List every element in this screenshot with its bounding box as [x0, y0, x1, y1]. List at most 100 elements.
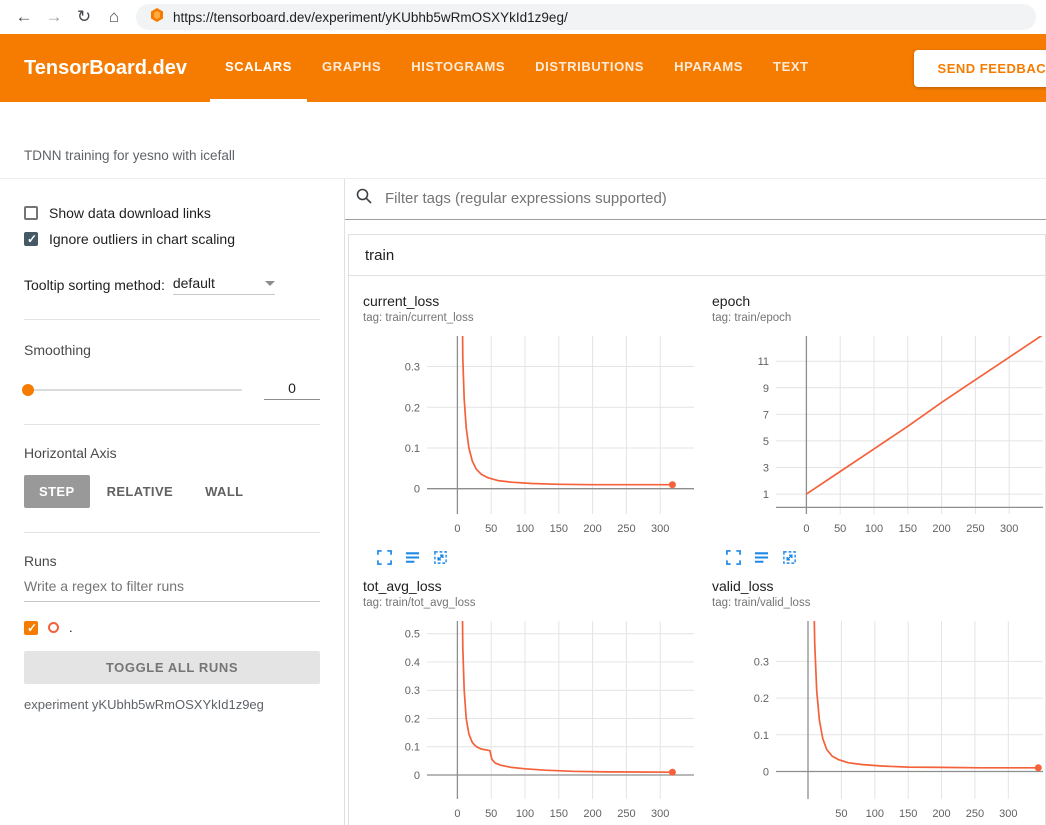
- svg-text:300: 300: [651, 808, 669, 820]
- svg-text:200: 200: [583, 808, 601, 820]
- experiment-description: TDNN training for yesno with icefall: [0, 102, 1046, 179]
- smoothing-label: Smoothing: [24, 342, 320, 358]
- chart-tag-label: tag: train/epoch: [712, 312, 1046, 324]
- chart-tag-label: tag: train/tot_avg_loss: [363, 597, 712, 609]
- svg-text:300: 300: [651, 523, 669, 535]
- svg-text:100: 100: [516, 523, 534, 535]
- svg-text:7: 7: [763, 409, 769, 421]
- url-text: https://tensorboard.dev/experiment/yKUbh…: [173, 10, 568, 25]
- send-feedback-button[interactable]: SEND FEEDBACK: [914, 50, 1046, 87]
- chart-tag-label: tag: train/valid_loss: [712, 597, 1046, 609]
- checkbox-checked-icon: [24, 232, 38, 246]
- chart-plot-epoch[interactable]: 0501001502002503001357911: [712, 330, 1046, 547]
- svg-text:100: 100: [865, 523, 883, 535]
- svg-text:0.3: 0.3: [754, 656, 769, 668]
- charts-grid: current_loss tag: train/current_loss 050…: [349, 276, 1045, 825]
- svg-text:100: 100: [866, 808, 884, 820]
- svg-text:0.2: 0.2: [405, 402, 420, 414]
- back-icon[interactable]: ←: [10, 7, 38, 27]
- svg-text:0.5: 0.5: [405, 629, 420, 641]
- expand-chart-icon[interactable]: [726, 550, 741, 570]
- chart-card-tot-avg-loss: tot_avg_loss tag: train/tot_avg_loss 050…: [363, 578, 712, 825]
- svg-text:0.2: 0.2: [405, 714, 420, 726]
- chart-plot-valid-loss[interactable]: 5010015020025030000.10.20.3: [712, 615, 1046, 825]
- tag-filter-input[interactable]: [383, 189, 1038, 208]
- svg-text:50: 50: [834, 523, 846, 535]
- tooltip-sorting-value: default: [173, 275, 215, 291]
- experiment-id-caption: experiment yKUbhb5wRmOSXYkId1z9eg: [24, 697, 320, 712]
- svg-text:50: 50: [835, 808, 847, 820]
- svg-text:200: 200: [932, 523, 950, 535]
- settings-sidebar: Show data download links Ignore outliers…: [0, 179, 345, 825]
- svg-text:9: 9: [763, 383, 769, 395]
- tab-hparams[interactable]: HPARAMS: [659, 34, 758, 102]
- show-download-links-checkbox[interactable]: Show data download links: [24, 205, 320, 221]
- svg-text:0.2: 0.2: [754, 693, 769, 705]
- tab-text[interactable]: TEXT: [758, 34, 824, 102]
- tooltip-sorting-select[interactable]: default: [173, 275, 275, 295]
- runs-list-icon[interactable]: [754, 550, 769, 570]
- browser-toolbar: ← → ↻ ⌂ https://tensorboard.dev/experime…: [0, 0, 1046, 34]
- chart-card-epoch: epoch tag: train/epoch 05010015020025030…: [712, 293, 1046, 570]
- ignore-outliers-checkbox[interactable]: Ignore outliers in chart scaling: [24, 231, 320, 247]
- fit-domain-icon[interactable]: [782, 550, 797, 570]
- smoothing-value-input[interactable]: 0: [264, 380, 320, 400]
- svg-text:3: 3: [763, 463, 769, 475]
- smoothing-slider[interactable]: [24, 389, 242, 391]
- expand-chart-icon[interactable]: [377, 550, 392, 570]
- svg-text:0.1: 0.1: [405, 443, 420, 455]
- chart-plot-tot-avg-loss[interactable]: 05010015020025030000.10.20.30.40.5: [363, 615, 712, 825]
- toggle-all-runs-button[interactable]: TOGGLE ALL RUNS: [24, 651, 320, 684]
- svg-text:150: 150: [899, 523, 917, 535]
- chart-actions: [363, 550, 712, 570]
- svg-text:250: 250: [617, 523, 635, 535]
- svg-text:300: 300: [999, 808, 1017, 820]
- home-icon[interactable]: ⌂: [100, 7, 128, 27]
- runs-filter-input[interactable]: [24, 569, 320, 602]
- chart-card-valid-loss: valid_loss tag: train/valid_loss 5010015…: [712, 578, 1046, 825]
- horizontal-axis-toggle: STEP RELATIVE WALL: [24, 475, 320, 508]
- svg-text:250: 250: [966, 808, 984, 820]
- tab-graphs[interactable]: GRAPHS: [307, 34, 396, 102]
- brand-title: TensorBoard.dev: [24, 57, 210, 80]
- tab-distributions[interactable]: DISTRIBUTIONS: [520, 34, 659, 102]
- svg-text:50: 50: [485, 523, 497, 535]
- run-checkbox-checked-icon[interactable]: [24, 621, 38, 635]
- svg-text:0: 0: [454, 808, 460, 820]
- axis-wall-button[interactable]: WALL: [190, 475, 258, 508]
- show-download-links-label: Show data download links: [49, 205, 211, 221]
- run-color-circle-icon: [48, 622, 59, 633]
- forward-icon[interactable]: →: [40, 7, 68, 27]
- reload-icon[interactable]: ↻: [70, 7, 98, 27]
- run-row[interactable]: .: [24, 620, 320, 635]
- sidebar-divider: [24, 532, 320, 533]
- runs-label: Runs: [24, 553, 320, 569]
- svg-text:11: 11: [758, 356, 769, 368]
- dropdown-caret-icon: [265, 281, 275, 286]
- chart-plot-current-loss[interactable]: 05010015020025030000.10.20.3: [363, 330, 712, 547]
- svg-text:0: 0: [414, 484, 420, 496]
- chart-title: epoch: [712, 293, 1046, 309]
- axis-step-button[interactable]: STEP: [24, 475, 90, 508]
- svg-text:200: 200: [583, 523, 601, 535]
- app-header: TensorBoard.dev SCALARS GRAPHS HISTOGRAM…: [0, 34, 1046, 102]
- tab-histograms[interactable]: HISTOGRAMS: [396, 34, 520, 102]
- svg-text:250: 250: [966, 523, 984, 535]
- url-bar[interactable]: https://tensorboard.dev/experiment/yKUbh…: [136, 4, 1036, 30]
- svg-text:0.3: 0.3: [405, 685, 420, 697]
- smoothing-slider-thumb[interactable]: [22, 384, 34, 396]
- tag-group-header[interactable]: train: [349, 235, 1045, 276]
- svg-text:300: 300: [1000, 523, 1018, 535]
- tooltip-sorting-label: Tooltip sorting method:: [24, 277, 165, 293]
- fit-domain-icon[interactable]: [433, 550, 448, 570]
- search-icon: [355, 187, 373, 210]
- svg-text:0: 0: [763, 767, 769, 779]
- scalars-main-panel: train current_loss tag: train/current_lo…: [345, 179, 1046, 825]
- axis-relative-button[interactable]: RELATIVE: [92, 475, 189, 508]
- svg-text:1: 1: [763, 489, 769, 501]
- tab-scalars[interactable]: SCALARS: [210, 34, 307, 102]
- runs-list-icon[interactable]: [405, 550, 420, 570]
- svg-text:150: 150: [550, 808, 568, 820]
- ignore-outliers-label: Ignore outliers in chart scaling: [49, 231, 235, 247]
- svg-text:0.4: 0.4: [405, 657, 420, 669]
